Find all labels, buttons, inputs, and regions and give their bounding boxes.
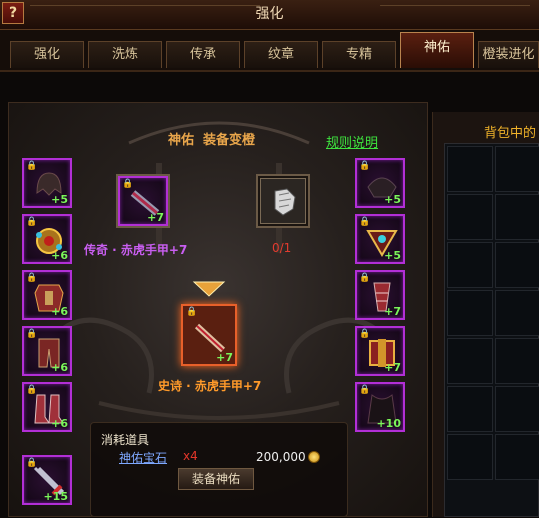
- equip-slot-belt[interactable]: 🔒 +7: [355, 326, 405, 376]
- tab-blessing[interactable]: 神佑: [400, 32, 474, 68]
- consume-title: 消耗道具: [101, 433, 150, 447]
- equip-slot-armor[interactable]: 🔒 +6: [22, 270, 72, 320]
- tab-inherit[interactable]: 传承: [166, 41, 240, 68]
- material-count: 0/1: [272, 241, 292, 255]
- slot-level: +15: [43, 490, 68, 503]
- slot-level: +10: [376, 417, 401, 430]
- target-item-slot[interactable]: 🔒 +7: [181, 304, 237, 366]
- bag-cell[interactable]: [447, 146, 493, 192]
- lock-icon: 🔒: [186, 307, 198, 317]
- bag-cell[interactable]: [495, 290, 539, 336]
- tab-refine[interactable]: 洗炼: [88, 41, 162, 68]
- equip-slot-cloak[interactable]: 🔒 +10: [355, 382, 405, 432]
- tab-mastery[interactable]: 专精: [322, 41, 396, 68]
- tab-orange-evolve[interactable]: 橙装进化: [478, 41, 539, 68]
- title-bar: 强化 ?: [0, 0, 539, 30]
- bag-cell[interactable]: [495, 386, 539, 432]
- equip-slot-bracer[interactable]: 🔒 +7: [355, 270, 405, 320]
- source-item-slot[interactable]: 🔒 +7: [118, 176, 168, 226]
- bag-cell[interactable]: [495, 242, 539, 288]
- equip-slot-amulet[interactable]: 🔒 +5: [355, 214, 405, 264]
- bag-cell[interactable]: [447, 194, 493, 240]
- equip-slot-boots[interactable]: 🔒 +6: [22, 382, 72, 432]
- bag-cell[interactable]: [495, 434, 539, 480]
- bag-cell[interactable]: [495, 146, 539, 192]
- tab-strengthen[interactable]: 强化: [10, 41, 84, 68]
- slot-level: +6: [51, 305, 68, 318]
- panel-heading: 神佑 装备变橙: [168, 133, 256, 148]
- source-item-name: 传奇 · 赤虎手甲+7: [84, 243, 188, 257]
- equip-slot-weapon[interactable]: 🔒 +15: [22, 455, 72, 505]
- bag-title: 背包中的: [484, 126, 537, 141]
- bag-cell[interactable]: [447, 386, 493, 432]
- equip-blessing-button[interactable]: 装备神佑: [178, 468, 254, 490]
- bag-cell[interactable]: [495, 338, 539, 384]
- slot-level: +6: [51, 249, 68, 262]
- bag-cell[interactable]: [447, 434, 493, 480]
- equip-slot-leggings[interactable]: 🔒 +6: [22, 326, 72, 376]
- slot-level: +6: [51, 361, 68, 374]
- slot-level: +5: [384, 193, 401, 206]
- slot-level: +7: [384, 361, 401, 374]
- target-item-name: 史诗 · 赤虎手甲+7: [158, 379, 262, 393]
- slot-level: +7: [384, 305, 401, 318]
- help-button[interactable]: ?: [2, 2, 24, 24]
- tab-bar: 强化 洗炼 传承 纹章 专精 神佑 橙装进化: [0, 30, 539, 72]
- equip-slot-necklace[interactable]: 🔒 +6: [22, 214, 72, 264]
- gold-coin-icon: [308, 451, 320, 463]
- gem-link[interactable]: 神佑宝石: [119, 449, 167, 466]
- silver-gauntlet-icon: [274, 188, 296, 216]
- bag-grid: [444, 143, 539, 517]
- bag-cell[interactable]: [495, 194, 539, 240]
- slot-level: +5: [51, 193, 68, 206]
- bag-cell[interactable]: [447, 338, 493, 384]
- gold-cost: 200,000: [256, 450, 306, 464]
- slot-level: +7: [147, 211, 164, 224]
- bag-cell[interactable]: [447, 242, 493, 288]
- slot-level: +7: [216, 351, 233, 364]
- bag-cell[interactable]: [447, 290, 493, 336]
- equip-slot-shoulder[interactable]: 🔒 +5: [355, 158, 405, 208]
- slot-level: +5: [384, 249, 401, 262]
- slot-level: +6: [51, 417, 68, 430]
- gem-quantity: x4: [183, 449, 198, 463]
- tab-emblem[interactable]: 纹章: [244, 41, 318, 68]
- material-item-slot[interactable]: [260, 178, 306, 224]
- window-title: 强化: [255, 6, 284, 22]
- rules-link[interactable]: 规则说明: [326, 132, 378, 151]
- equip-slot-helmet[interactable]: 🔒 +5: [22, 158, 72, 208]
- down-arrow-icon: [192, 281, 226, 297]
